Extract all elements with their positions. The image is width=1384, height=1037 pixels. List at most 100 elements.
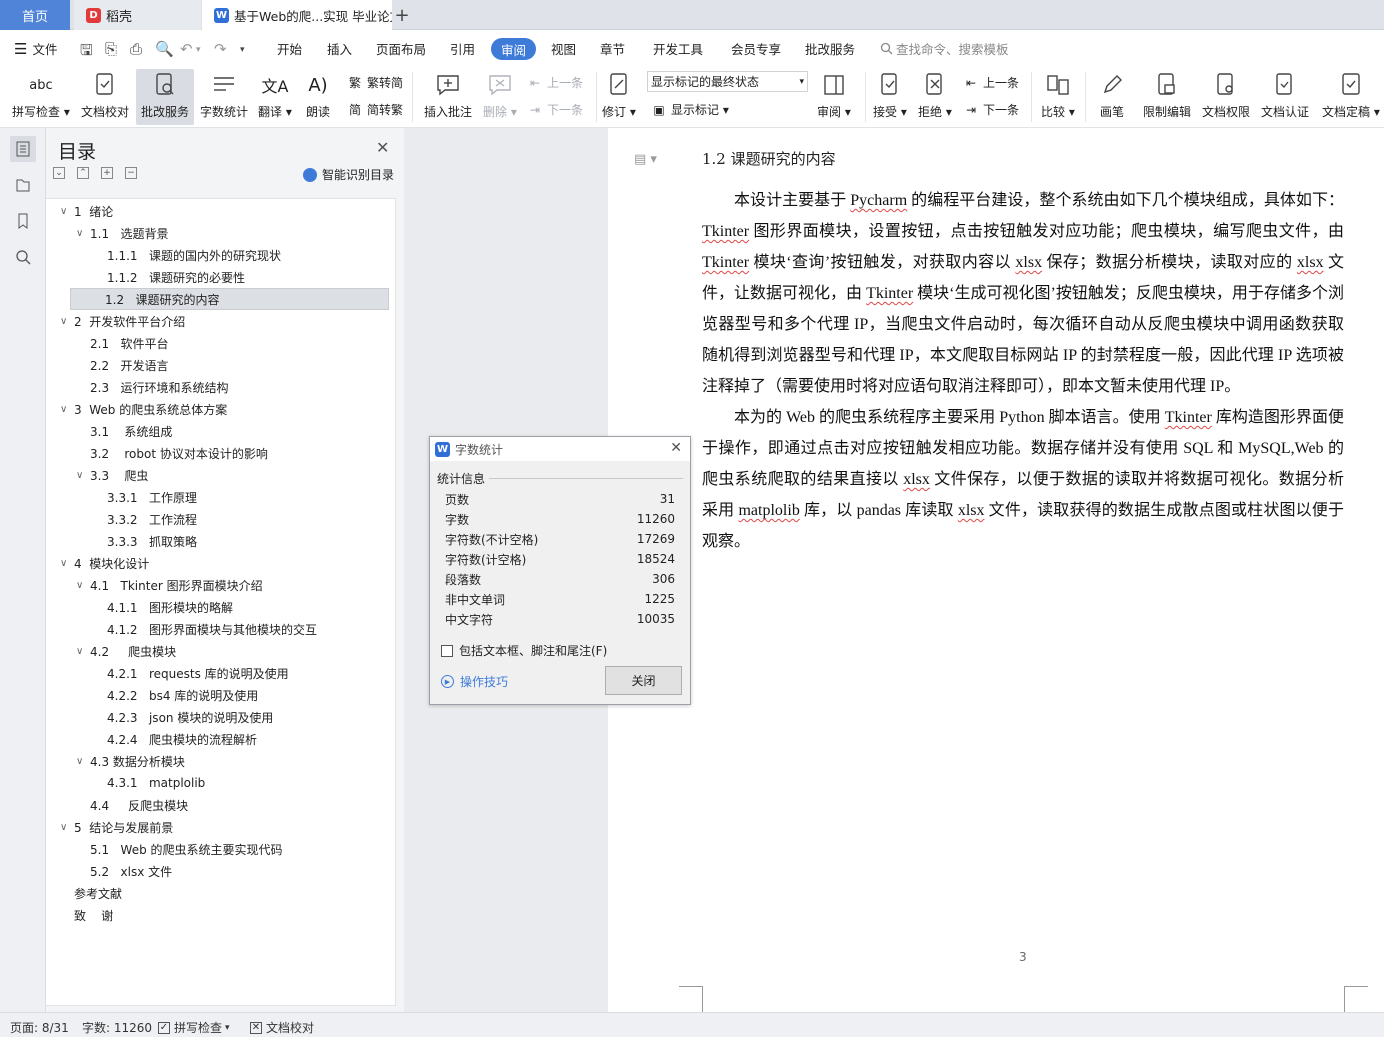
smart-toc-button[interactable]: 智能识别目录 — [303, 166, 394, 183]
toc-item[interactable]: 参考文献 — [74, 882, 122, 904]
close-button[interactable]: 关闭 — [605, 666, 682, 695]
command-search[interactable]: 查找命令、搜索模板 — [880, 39, 1009, 58]
undo-icon[interactable]: ↶ — [180, 40, 193, 58]
toc-item[interactable]: 4.2.2 bs4 库的说明及使用 — [93, 684, 258, 706]
simp-to-trad-button[interactable]: 简简转繁 — [347, 101, 403, 118]
chevron-down-icon[interactable]: ∨ — [76, 646, 90, 657]
chevron-down-icon[interactable]: ∨ — [76, 580, 90, 591]
spell-check-status[interactable]: ✓ 拼写检查 ▾ — [158, 1019, 230, 1036]
toc-item[interactable]: 4.2.3 json 模块的说明及使用 — [93, 706, 273, 728]
toc-item[interactable]: 2.3 运行环境和系统结构 — [76, 376, 229, 398]
toc-item[interactable]: ∨ 5 结论与发展前景 — [60, 816, 173, 838]
word-count-button[interactable]: 字数统计 — [200, 70, 248, 120]
toc-item[interactable]: 1.2 课题研究的内容 — [70, 288, 389, 310]
bookmark-icon[interactable] — [10, 208, 36, 234]
chevron-down-icon[interactable]: ∨ — [60, 206, 74, 217]
toc-item[interactable]: ∨ 4.1 Tkinter 图形界面模块介绍 — [76, 574, 263, 596]
toc-item[interactable]: ∨ 4.3 数据分析模块 — [76, 750, 185, 772]
toc-item[interactable]: ∨ 3.3 爬虫 — [76, 464, 148, 486]
toc-item[interactable]: ∨ 2 开发软件平台介绍 — [60, 310, 185, 332]
search-icon[interactable] — [10, 244, 36, 270]
tips-link[interactable]: ▶ 操作技巧 — [441, 673, 508, 690]
menu-references[interactable]: 引用 — [450, 39, 475, 58]
toc-item[interactable]: 2.2 开发语言 — [76, 354, 169, 376]
print-icon[interactable]: ⎙ — [130, 40, 142, 58]
chevron-down-icon[interactable]: ∨ — [60, 822, 74, 833]
next-change-button[interactable]: ⇥ 下一条 — [963, 101, 1019, 118]
doc-finalize-button[interactable]: 文档定稿 ▾ — [1322, 70, 1380, 120]
save-icon[interactable]: 🖫 — [80, 40, 93, 65]
tab-document[interactable]: W 基于Web的爬...实现 毕业论文 — [202, 0, 392, 30]
toc-item[interactable]: ∨ 4 模块化设计 — [60, 552, 149, 574]
toc-item[interactable]: 4.1.1 图形模块的略解 — [93, 596, 233, 618]
chevron-down-icon[interactable]: ∨ — [60, 404, 74, 415]
add-level-icon[interactable]: + — [101, 167, 113, 179]
menu-chapter[interactable]: 章节 — [600, 39, 625, 58]
undo-dropdown-icon[interactable]: ▾ — [196, 45, 201, 55]
toc-item[interactable]: 3.3.3 抓取策略 — [93, 530, 197, 552]
toc-item[interactable]: 4.1.2 图形界面模块与其他模块的交互 — [93, 618, 317, 640]
print-preview-icon[interactable]: 🔍 — [155, 40, 174, 58]
close-icon[interactable]: ✕ — [670, 440, 682, 456]
word-count-indicator[interactable]: 字数: 11260 — [82, 1019, 152, 1036]
toc-item[interactable]: 1.1.2 课题研究的必要性 — [93, 266, 245, 288]
toc-item[interactable]: 4.4 反爬虫模块 — [76, 794, 188, 816]
toc-item[interactable]: 5.2 xlsx 文件 — [76, 860, 172, 882]
prev-change-button[interactable]: ⇤ 上一条 — [963, 74, 1019, 91]
toc-item[interactable]: ∨ 4.2 爬虫模块 — [76, 640, 176, 662]
toc-item[interactable]: 2.1 软件平台 — [76, 332, 169, 354]
markup-state-select[interactable]: 显示标记的最终状态 ▾ — [647, 71, 808, 92]
close-icon[interactable]: ✕ — [376, 138, 389, 157]
toc-item[interactable]: 3.3.1 工作原理 — [93, 486, 197, 508]
redo-icon[interactable]: ↷ — [214, 40, 227, 58]
menu-start[interactable]: 开始 — [277, 39, 302, 58]
toc-item[interactable]: 4.2.1 requests 库的说明及使用 — [93, 662, 289, 684]
next-comment-button[interactable]: ⇥ 下一条 — [527, 101, 583, 118]
translate-button[interactable]: 文A 翻译 ▾ — [258, 70, 292, 120]
doc-permission-button[interactable]: 文档权限 — [1202, 70, 1250, 120]
show-markup-button[interactable]: ▣ 显示标记 ▾ — [651, 101, 729, 118]
chevron-down-icon[interactable]: ∨ — [60, 558, 74, 569]
tab-daoke[interactable]: D 稻壳 — [74, 0, 201, 30]
menu-insert[interactable]: 插入 — [327, 39, 352, 58]
menu-member[interactable]: 会员专享 — [731, 39, 781, 58]
track-changes-button[interactable]: 修订 ▾ — [602, 70, 636, 120]
new-tab-button[interactable]: + — [392, 0, 412, 30]
toc-item[interactable]: 致 谢 — [74, 904, 113, 926]
tab-home[interactable]: 首页 — [0, 0, 70, 30]
collapse-all-icon[interactable]: ⌄ — [53, 167, 65, 179]
reject-button[interactable]: 拒绝 ▾ — [918, 70, 952, 120]
toc-pane-icon[interactable] — [10, 136, 36, 162]
menu-correction-service[interactable]: 批改服务 — [805, 39, 855, 58]
page-indicator[interactable]: 页面: 8/31 — [10, 1019, 69, 1036]
doc-proofread-button[interactable]: 文档校对 — [81, 70, 129, 120]
toc-item[interactable]: ∨ 1.1 选题背景 — [76, 222, 169, 244]
proofread-status[interactable]: ✕ 文档校对 — [250, 1019, 314, 1036]
file-menu[interactable]: ☰ 文件 — [14, 39, 57, 58]
toc-item[interactable]: 3.1 系统组成 — [76, 420, 172, 442]
pen-button[interactable]: 画笔 — [1097, 70, 1127, 120]
menu-view[interactable]: 视图 — [551, 39, 576, 58]
toc-item[interactable]: 1.1.1 课题的国内外的研究现状 — [93, 244, 281, 266]
customize-quick-access-icon[interactable]: ▾ — [240, 45, 245, 55]
toc-item[interactable]: 4.2.4 爬虫模块的流程解析 — [93, 728, 257, 750]
paragraph-handle-icon[interactable]: ▤ ▾ — [634, 152, 657, 167]
doc-cert-button[interactable]: 文档认证 — [1261, 70, 1309, 120]
chevron-down-icon[interactable]: ∨ — [76, 228, 90, 239]
menu-developer[interactable]: 开发工具 — [653, 39, 703, 58]
menu-review[interactable]: 审阅 — [491, 38, 537, 60]
dialog-titlebar[interactable]: W 字数统计 ✕ — [430, 437, 690, 461]
toc-item[interactable]: 3.2 robot 协议对本设计的影响 — [76, 442, 268, 464]
read-aloud-button[interactable]: A) 朗读 — [303, 70, 333, 120]
toc-item[interactable]: 3.3.2 工作流程 — [93, 508, 197, 530]
chevron-down-icon[interactable]: ∨ — [60, 316, 74, 327]
menu-page-layout[interactable]: 页面布局 — [376, 39, 426, 58]
restrict-edit-button[interactable]: 限制编辑 — [1143, 70, 1191, 120]
document-page[interactable]: ▤ ▾ 1.2 课题研究的内容 本设计主要基于 Pycharm 的编程平台建设，… — [608, 128, 1384, 1012]
review-pane-button[interactable]: 审阅 ▾ — [817, 70, 851, 120]
chevron-down-icon[interactable]: ∨ — [76, 470, 90, 481]
spell-check-button[interactable]: abc 拼写检查 ▾ — [12, 70, 70, 120]
expand-up-icon[interactable]: ⌃ — [77, 167, 89, 179]
include-textbox-checkbox[interactable]: 包括文本框、脚注和尾注(F) — [441, 642, 607, 659]
remove-level-icon[interactable]: − — [125, 167, 137, 179]
